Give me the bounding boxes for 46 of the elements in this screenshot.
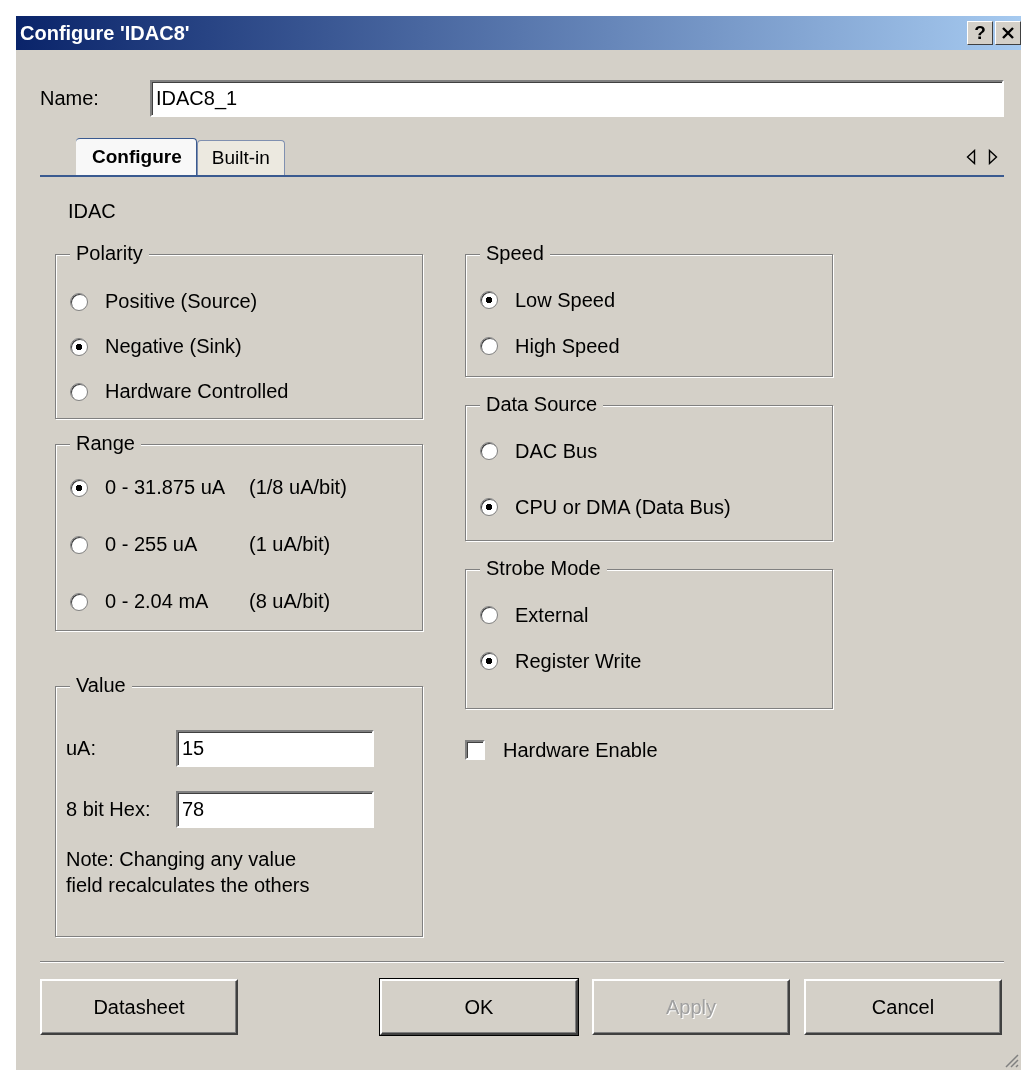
field-label: uA: bbox=[66, 737, 98, 760]
rate-label: (8 uA/bit) bbox=[249, 590, 331, 613]
option-label[interactable]: 0 - 255 uA bbox=[105, 533, 198, 556]
tab[interactable]: Configure bbox=[76, 138, 197, 175]
dialog-button[interactable]: OK bbox=[380, 979, 578, 1035]
note-text: Note: Changing any value field recalculates the others bbox=[66, 847, 311, 898]
dialog-button[interactable]: Datasheet bbox=[40, 979, 238, 1035]
option-label[interactable]: External bbox=[515, 603, 589, 627]
option-label[interactable]: DAC Bus bbox=[515, 439, 598, 463]
radio-button[interactable] bbox=[480, 652, 498, 670]
scroll-right-icon[interactable] bbox=[988, 149, 998, 165]
tab[interactable]: Built-in bbox=[196, 140, 285, 175]
dialog-button[interactable]: Cancel bbox=[804, 979, 1002, 1035]
radio-button[interactable] bbox=[480, 498, 498, 516]
radio-button[interactable] bbox=[480, 291, 498, 309]
radio-button[interactable] bbox=[480, 337, 498, 355]
section-title: IDAC bbox=[68, 199, 117, 224]
checkbox-label[interactable]: Hardware Enable bbox=[503, 738, 658, 762]
option-label[interactable]: 0 - 31.875 uA bbox=[105, 476, 226, 499]
close-button[interactable] bbox=[995, 21, 1021, 45]
field-label: 8 bit Hex: bbox=[66, 798, 152, 821]
radio-button[interactable] bbox=[70, 592, 88, 611]
radio-button[interactable] bbox=[70, 382, 88, 401]
option-label[interactable]: CPU or DMA (Data Bus) bbox=[515, 495, 731, 519]
radio-button[interactable] bbox=[70, 535, 88, 554]
value-field[interactable]: 15 bbox=[176, 730, 374, 767]
close-icon[interactable] bbox=[1002, 27, 1014, 39]
option-label[interactable]: High Speed bbox=[515, 334, 620, 358]
option-label[interactable]: Negative (Sink) bbox=[105, 335, 242, 358]
option-label[interactable]: 0 - 2.04 mA bbox=[105, 590, 209, 613]
option-label[interactable]: Low Speed bbox=[515, 288, 616, 312]
checkbox[interactable] bbox=[465, 740, 485, 760]
radio-button[interactable] bbox=[70, 478, 88, 497]
radio-button[interactable] bbox=[480, 606, 498, 624]
option-label[interactable]: Positive (Source) bbox=[105, 290, 258, 313]
help-button[interactable]: ? bbox=[967, 21, 993, 45]
scroll-left-icon[interactable] bbox=[966, 149, 976, 165]
rate-label: (1/8 uA/bit) bbox=[249, 476, 347, 499]
value-field[interactable]: 78 bbox=[176, 791, 374, 828]
option-label[interactable]: Register Write bbox=[515, 649, 642, 673]
radio-button[interactable] bbox=[480, 442, 498, 460]
window-title: Configure 'IDAC8' bbox=[20, 21, 191, 45]
rate-label: (1 uA/bit) bbox=[249, 533, 331, 556]
option-label[interactable]: Hardware Controlled bbox=[105, 380, 289, 403]
name-field[interactable]: IDAC8_1 bbox=[150, 80, 1004, 117]
name-label: Name: bbox=[40, 87, 100, 110]
